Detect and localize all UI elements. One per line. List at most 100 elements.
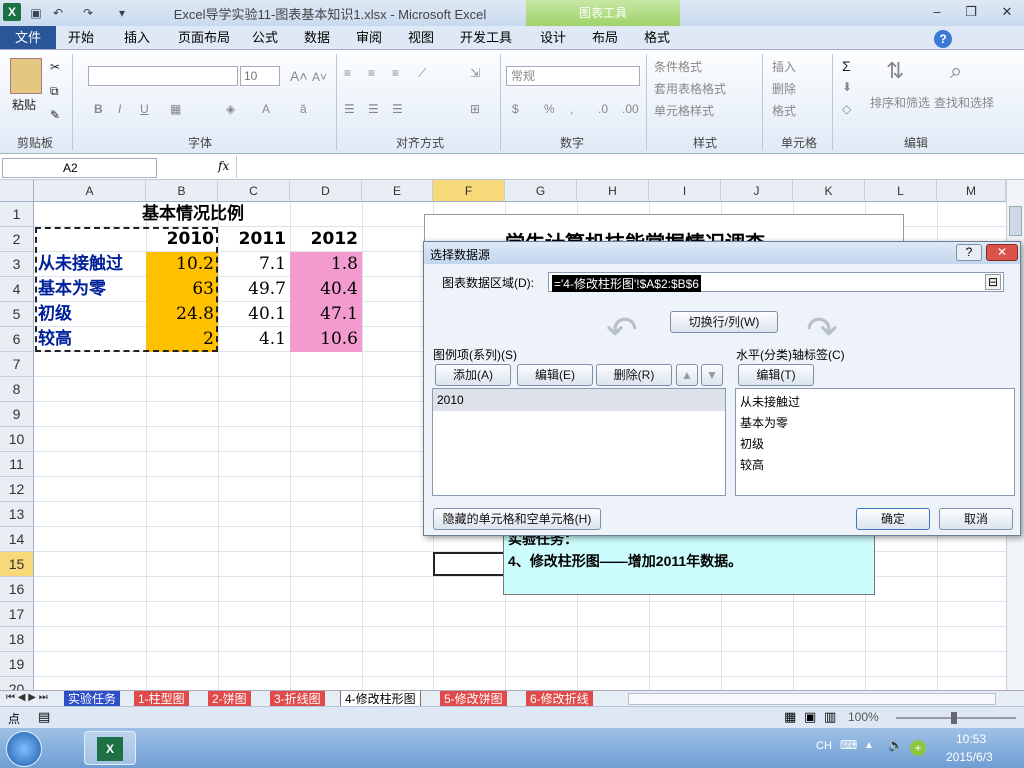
find-select-button[interactable]: 查找和选择 — [934, 94, 994, 111]
data-cell-2011[interactable]: 49.7 — [218, 277, 290, 302]
macro-record-icon[interactable]: ▤ — [38, 709, 50, 725]
column-header[interactable]: F — [433, 180, 505, 202]
data-cell-2012[interactable]: 47.1 — [290, 302, 362, 327]
data-cell-2012[interactable]: 1.8 — [290, 252, 362, 277]
number-format-combo[interactable]: 常规 — [506, 66, 640, 86]
fill-icon[interactable]: ⬇ — [842, 80, 852, 94]
row-header[interactable]: 13 — [0, 502, 34, 527]
column-header[interactable]: B — [146, 180, 218, 202]
tab-formulas[interactable]: 公式 — [242, 28, 288, 50]
sheet-tab[interactable]: 实验任务 — [64, 691, 121, 707]
category-item[interactable]: 基本为零 — [740, 414, 788, 431]
delete-series-button[interactable]: 删除(R) — [596, 364, 672, 386]
column-header[interactable]: L — [865, 180, 937, 202]
sheet-nav-arrows-icon[interactable]: ⏮ ◀ ▶ ⏭ — [6, 692, 48, 703]
row-header[interactable]: 6 — [0, 327, 34, 352]
row-header[interactable]: 9 — [0, 402, 34, 427]
top-align-icon[interactable]: ≡ — [344, 66, 351, 80]
input-language[interactable]: CH — [816, 740, 832, 752]
horizontal-scrollbar[interactable] — [628, 693, 996, 705]
increase-decimal-icon[interactable]: .0 — [598, 102, 608, 116]
format-painter-icon[interactable]: ✎ — [50, 108, 60, 122]
clock-time[interactable]: 10:53 — [956, 732, 986, 746]
column-header[interactable]: H — [577, 180, 649, 202]
volume-icon[interactable]: 🔈 — [888, 738, 903, 752]
data-cell-2012[interactable]: 10.6 — [290, 327, 362, 352]
tab-file[interactable]: 文件 — [0, 26, 56, 49]
edit-series-button[interactable]: 编辑(E) — [517, 364, 593, 386]
align-left-icon[interactable]: ☰ — [344, 102, 355, 116]
merge-center-icon[interactable]: ⊞ — [470, 102, 480, 116]
row-header[interactable]: 18 — [0, 627, 34, 652]
move-up-icon[interactable]: ▲ — [676, 364, 698, 386]
hidden-empty-cells-button[interactable]: 隐藏的单元格和空单元格(H) — [433, 508, 601, 530]
row-header[interactable]: 15 — [0, 552, 34, 577]
format-cells-button[interactable]: 格式 — [772, 102, 796, 119]
sheet-tab[interactable]: 1-柱型图 — [134, 691, 189, 707]
column-header[interactable]: A — [34, 180, 146, 202]
dialog-help-button[interactable]: ? — [956, 244, 982, 261]
help-icon[interactable]: ? — [934, 30, 952, 48]
row-header[interactable]: 5 — [0, 302, 34, 327]
category-item[interactable]: 从未接触过 — [740, 393, 800, 410]
row-header[interactable]: 14 — [0, 527, 34, 552]
data-cell-2011[interactable]: 7.1 — [218, 252, 290, 277]
italic-icon[interactable]: I — [118, 102, 121, 116]
chart-object[interactable]: 学生计算机技能掌握情况调查 — [424, 214, 904, 255]
year-header-2012[interactable]: 2012 — [290, 227, 362, 252]
formula-input[interactable] — [236, 156, 1006, 178]
close-button[interactable]: ✕ — [996, 4, 1018, 20]
tray-expand-icon[interactable]: ▲ — [864, 740, 874, 751]
page-break-view-icon[interactable]: ▥ — [824, 709, 836, 725]
insert-cells-button[interactable]: 插入 — [772, 58, 796, 75]
borders-icon[interactable]: ▦ — [170, 102, 181, 116]
row-header[interactable]: 12 — [0, 477, 34, 502]
cell-styles-button[interactable]: 单元格样式 — [654, 102, 714, 119]
align-right-icon[interactable]: ☰ — [392, 102, 403, 116]
sheet-title-cell[interactable]: 基本情况比例 — [138, 202, 278, 227]
sheet-tab[interactable]: 6-修改折线 — [526, 691, 593, 707]
cancel-button[interactable]: 取消 — [939, 508, 1013, 530]
fill-color-icon[interactable]: ◈ — [226, 102, 235, 116]
row-header[interactable]: 4 — [0, 277, 34, 302]
edit-axis-labels-button[interactable]: 编辑(T) — [738, 364, 814, 386]
fx-icon[interactable]: fx — [218, 159, 229, 173]
decrease-decimal-icon[interactable]: .00 — [622, 102, 639, 116]
sheet-tab[interactable]: 3-折线图 — [270, 691, 325, 707]
paste-button[interactable]: 粘贴 — [12, 96, 36, 113]
sheet-tab[interactable]: 5-修改饼图 — [440, 691, 507, 707]
taskbar-excel-button[interactable]: X — [84, 731, 136, 765]
row-header[interactable]: 17 — [0, 602, 34, 627]
delete-cells-button[interactable]: 删除 — [772, 80, 796, 97]
collapse-dialog-icon[interactable]: ⊟ — [985, 274, 1001, 290]
autosum-icon[interactable]: Σ — [842, 58, 851, 74]
shrink-font-icon[interactable]: A˅ — [312, 70, 327, 84]
column-header[interactable]: D — [290, 180, 362, 202]
move-down-icon[interactable]: ▼ — [701, 364, 723, 386]
row-header[interactable]: 3 — [0, 252, 34, 277]
bottom-align-icon[interactable]: ≡ — [392, 66, 399, 80]
network-icon[interactable]: + — [910, 740, 926, 756]
row-header[interactable]: 2 — [0, 227, 34, 252]
data-cell-2012[interactable]: 40.4 — [290, 277, 362, 302]
tab-format[interactable]: 格式 — [634, 28, 680, 50]
data-cell-2011[interactable]: 40.1 — [218, 302, 290, 327]
percent-icon[interactable]: % — [544, 102, 555, 116]
underline-icon[interactable]: U — [140, 102, 149, 116]
tab-data[interactable]: 数据 — [294, 28, 340, 50]
middle-align-icon[interactable]: ≡ — [368, 66, 375, 80]
ok-button[interactable]: 确定 — [856, 508, 930, 530]
column-header[interactable]: I — [649, 180, 721, 202]
sheet-tab-active[interactable]: 4-修改柱形图 — [340, 691, 421, 707]
column-header[interactable]: G — [505, 180, 577, 202]
category-listbox[interactable]: 从未接触过 基本为零 初级 较高 — [735, 388, 1015, 496]
comma-icon[interactable]: , — [570, 102, 573, 116]
format-as-table-button[interactable]: 套用表格格式 — [654, 80, 726, 97]
category-item[interactable]: 初级 — [740, 435, 764, 452]
select-all-corner[interactable] — [0, 180, 34, 202]
bold-icon[interactable]: B — [94, 102, 103, 116]
page-layout-view-icon[interactable]: ▣ — [804, 709, 816, 725]
orientation-icon[interactable]: ⟋ — [418, 66, 426, 81]
active-cell-cursor[interactable] — [433, 552, 505, 576]
phonetic-icon[interactable]: ă — [300, 102, 307, 116]
